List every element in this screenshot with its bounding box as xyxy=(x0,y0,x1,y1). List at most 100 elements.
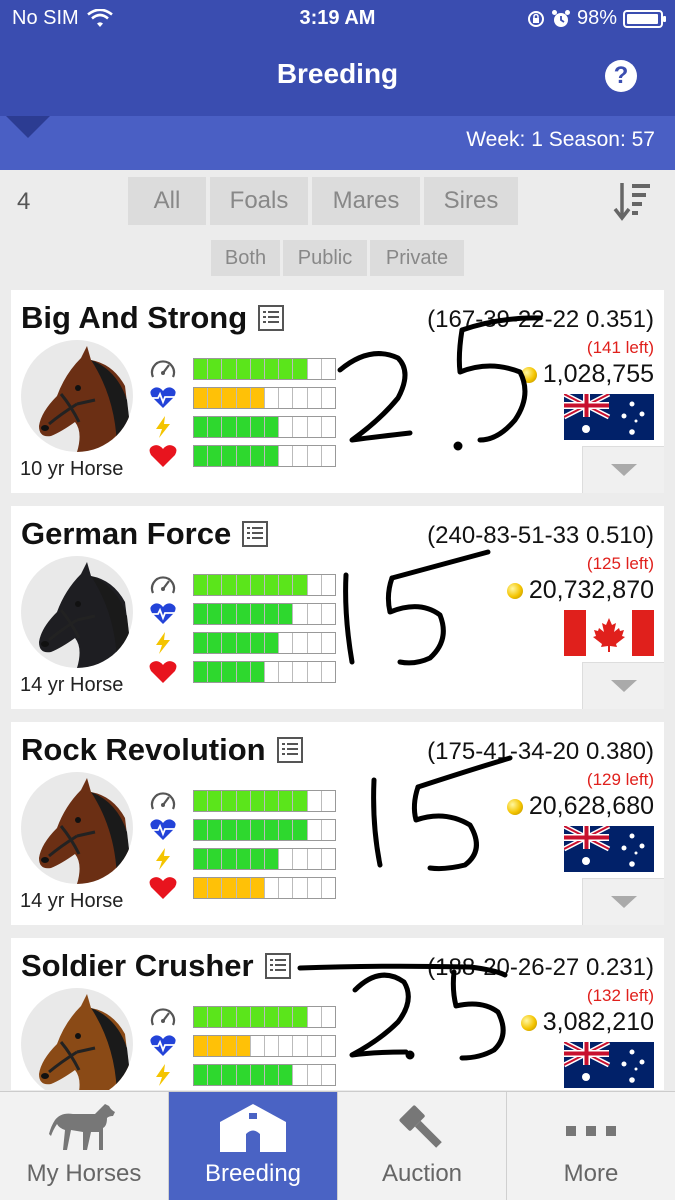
horse-card[interactable]: Big And Strong (167-39-22-22 0.351) (141… xyxy=(11,290,664,493)
stat-bar xyxy=(193,415,336,438)
tab-my-horses[interactable]: My Horses xyxy=(0,1092,168,1200)
stat-bar xyxy=(193,847,336,870)
stat-bar-segment xyxy=(322,878,335,898)
tab-more[interactable]: More xyxy=(507,1092,675,1200)
stat-bar-segment xyxy=(208,416,223,437)
stat-bar-segment xyxy=(194,848,209,869)
australia-flag-icon xyxy=(562,1039,654,1088)
filter-tabs: All Foals Mares Sires xyxy=(128,177,518,225)
horse-card[interactable]: Soldier Crusher (188-20-26-27 0.231) (13… xyxy=(11,938,664,1090)
stat-bar-segment xyxy=(222,358,237,379)
canada-flag-icon xyxy=(564,610,654,656)
expand-button[interactable] xyxy=(582,446,664,493)
horse-avatar[interactable] xyxy=(21,772,133,884)
stat-bar-segment xyxy=(222,603,237,624)
speed-gauge-icon xyxy=(150,791,176,809)
tab-mares[interactable]: Mares xyxy=(312,177,420,225)
stat-row xyxy=(149,1031,336,1060)
more-dots-icon xyxy=(566,1126,616,1136)
stat-bar xyxy=(193,1063,336,1086)
horse-avatar[interactable] xyxy=(21,556,133,668)
stat-bar-segment xyxy=(308,877,322,898)
stat-bars xyxy=(149,570,336,686)
stamina-heartbeat-icon xyxy=(150,1034,176,1056)
horse-card[interactable]: Rock Revolution (175-41-34-20 0.380) (12… xyxy=(11,722,664,925)
horse-name[interactable]: Big And Strong xyxy=(21,300,247,336)
stat-bar-segment xyxy=(236,1006,251,1027)
subtab-private[interactable]: Private xyxy=(370,240,464,276)
stat-bar-segment xyxy=(293,445,308,466)
stat-bar-segment xyxy=(322,662,335,682)
horse-avatar[interactable] xyxy=(21,988,133,1090)
stat-bar-segment xyxy=(265,1064,280,1085)
stat-bar-segment xyxy=(322,417,335,437)
stat-bar-segment xyxy=(279,819,294,840)
lightning-icon xyxy=(156,847,170,870)
heart-icon xyxy=(149,876,177,899)
stat-row xyxy=(149,412,336,441)
stat-bar-segment xyxy=(250,1006,266,1027)
stat-bar-segment xyxy=(194,819,209,840)
horse-list[interactable]: Big And Strong (167-39-22-22 0.351) (141… xyxy=(0,290,675,1090)
stat-bar-segment xyxy=(293,603,308,624)
horse-name[interactable]: Soldier Crusher xyxy=(21,948,254,984)
stat-bar-segment xyxy=(308,574,322,595)
stat-bar xyxy=(193,1005,336,1028)
collapse-toggle-icon[interactable] xyxy=(6,116,50,138)
sort-icon[interactable] xyxy=(612,180,654,222)
stat-row xyxy=(149,628,336,657)
stat-bar xyxy=(193,660,336,683)
stat-bar-segment xyxy=(293,416,308,437)
stat-bar-segment xyxy=(322,1007,335,1027)
expand-button[interactable] xyxy=(582,662,664,709)
stat-bar-segment xyxy=(236,661,251,682)
stud-fee: 20,732,870 xyxy=(528,576,654,604)
stat-bar-segment xyxy=(208,1006,223,1027)
stat-bar-segment xyxy=(322,446,335,466)
stamina-heartbeat-icon xyxy=(150,818,176,840)
stat-bar-segment xyxy=(250,387,266,408)
stat-bar-segment xyxy=(265,790,280,811)
tab-foals[interactable]: Foals xyxy=(210,177,308,225)
stat-bar-segment xyxy=(265,358,280,379)
stat-bar-segment xyxy=(322,1036,335,1056)
stat-bar-segment xyxy=(208,632,223,653)
stat-bar-segment xyxy=(222,387,237,408)
horse-avatar[interactable] xyxy=(21,340,133,452)
stat-bar-segment xyxy=(208,387,223,408)
horse-name[interactable]: German Force xyxy=(21,516,231,552)
horse-card[interactable]: German Force (240-83-51-33 0.510) (125 l… xyxy=(11,506,664,709)
subtab-both[interactable]: Both xyxy=(211,240,280,276)
stat-row xyxy=(149,383,336,412)
tab-auction[interactable]: Auction xyxy=(338,1092,506,1200)
subtab-public[interactable]: Public xyxy=(283,240,367,276)
stat-bar-segment xyxy=(250,1064,266,1085)
help-button[interactable]: ? xyxy=(605,60,637,92)
barn-icon xyxy=(220,1104,286,1152)
stat-bar-segment xyxy=(293,877,308,898)
tab-all[interactable]: All xyxy=(128,177,206,225)
stat-row xyxy=(149,599,336,628)
tab-label: My Horses xyxy=(26,1160,142,1187)
stat-bar-segment xyxy=(208,790,223,811)
pedigree-doc-icon[interactable] xyxy=(241,520,269,548)
stat-bar-segment xyxy=(265,819,280,840)
coin-icon xyxy=(506,582,523,599)
stat-bar-segment xyxy=(308,358,322,379)
stat-bar-segment xyxy=(308,632,322,653)
tab-breeding[interactable]: Breeding xyxy=(169,1092,337,1200)
expand-button[interactable] xyxy=(582,878,664,925)
horse-head-icon xyxy=(39,346,133,452)
breedings-left: (132 left) xyxy=(586,986,654,1005)
horse-name[interactable]: Rock Revolution xyxy=(21,732,266,768)
pedigree-doc-icon[interactable] xyxy=(264,952,292,980)
stat-bar-segment xyxy=(236,574,251,595)
pedigree-doc-icon[interactable] xyxy=(257,304,285,332)
stat-bar-segment xyxy=(194,1035,209,1056)
stat-row xyxy=(149,1060,336,1089)
pedigree-doc-icon[interactable] xyxy=(276,736,304,764)
stat-bar-segment xyxy=(265,1035,280,1056)
stat-bar-segment xyxy=(250,848,266,869)
tab-sires[interactable]: Sires xyxy=(424,177,518,225)
stat-bar-segment xyxy=(308,603,322,624)
